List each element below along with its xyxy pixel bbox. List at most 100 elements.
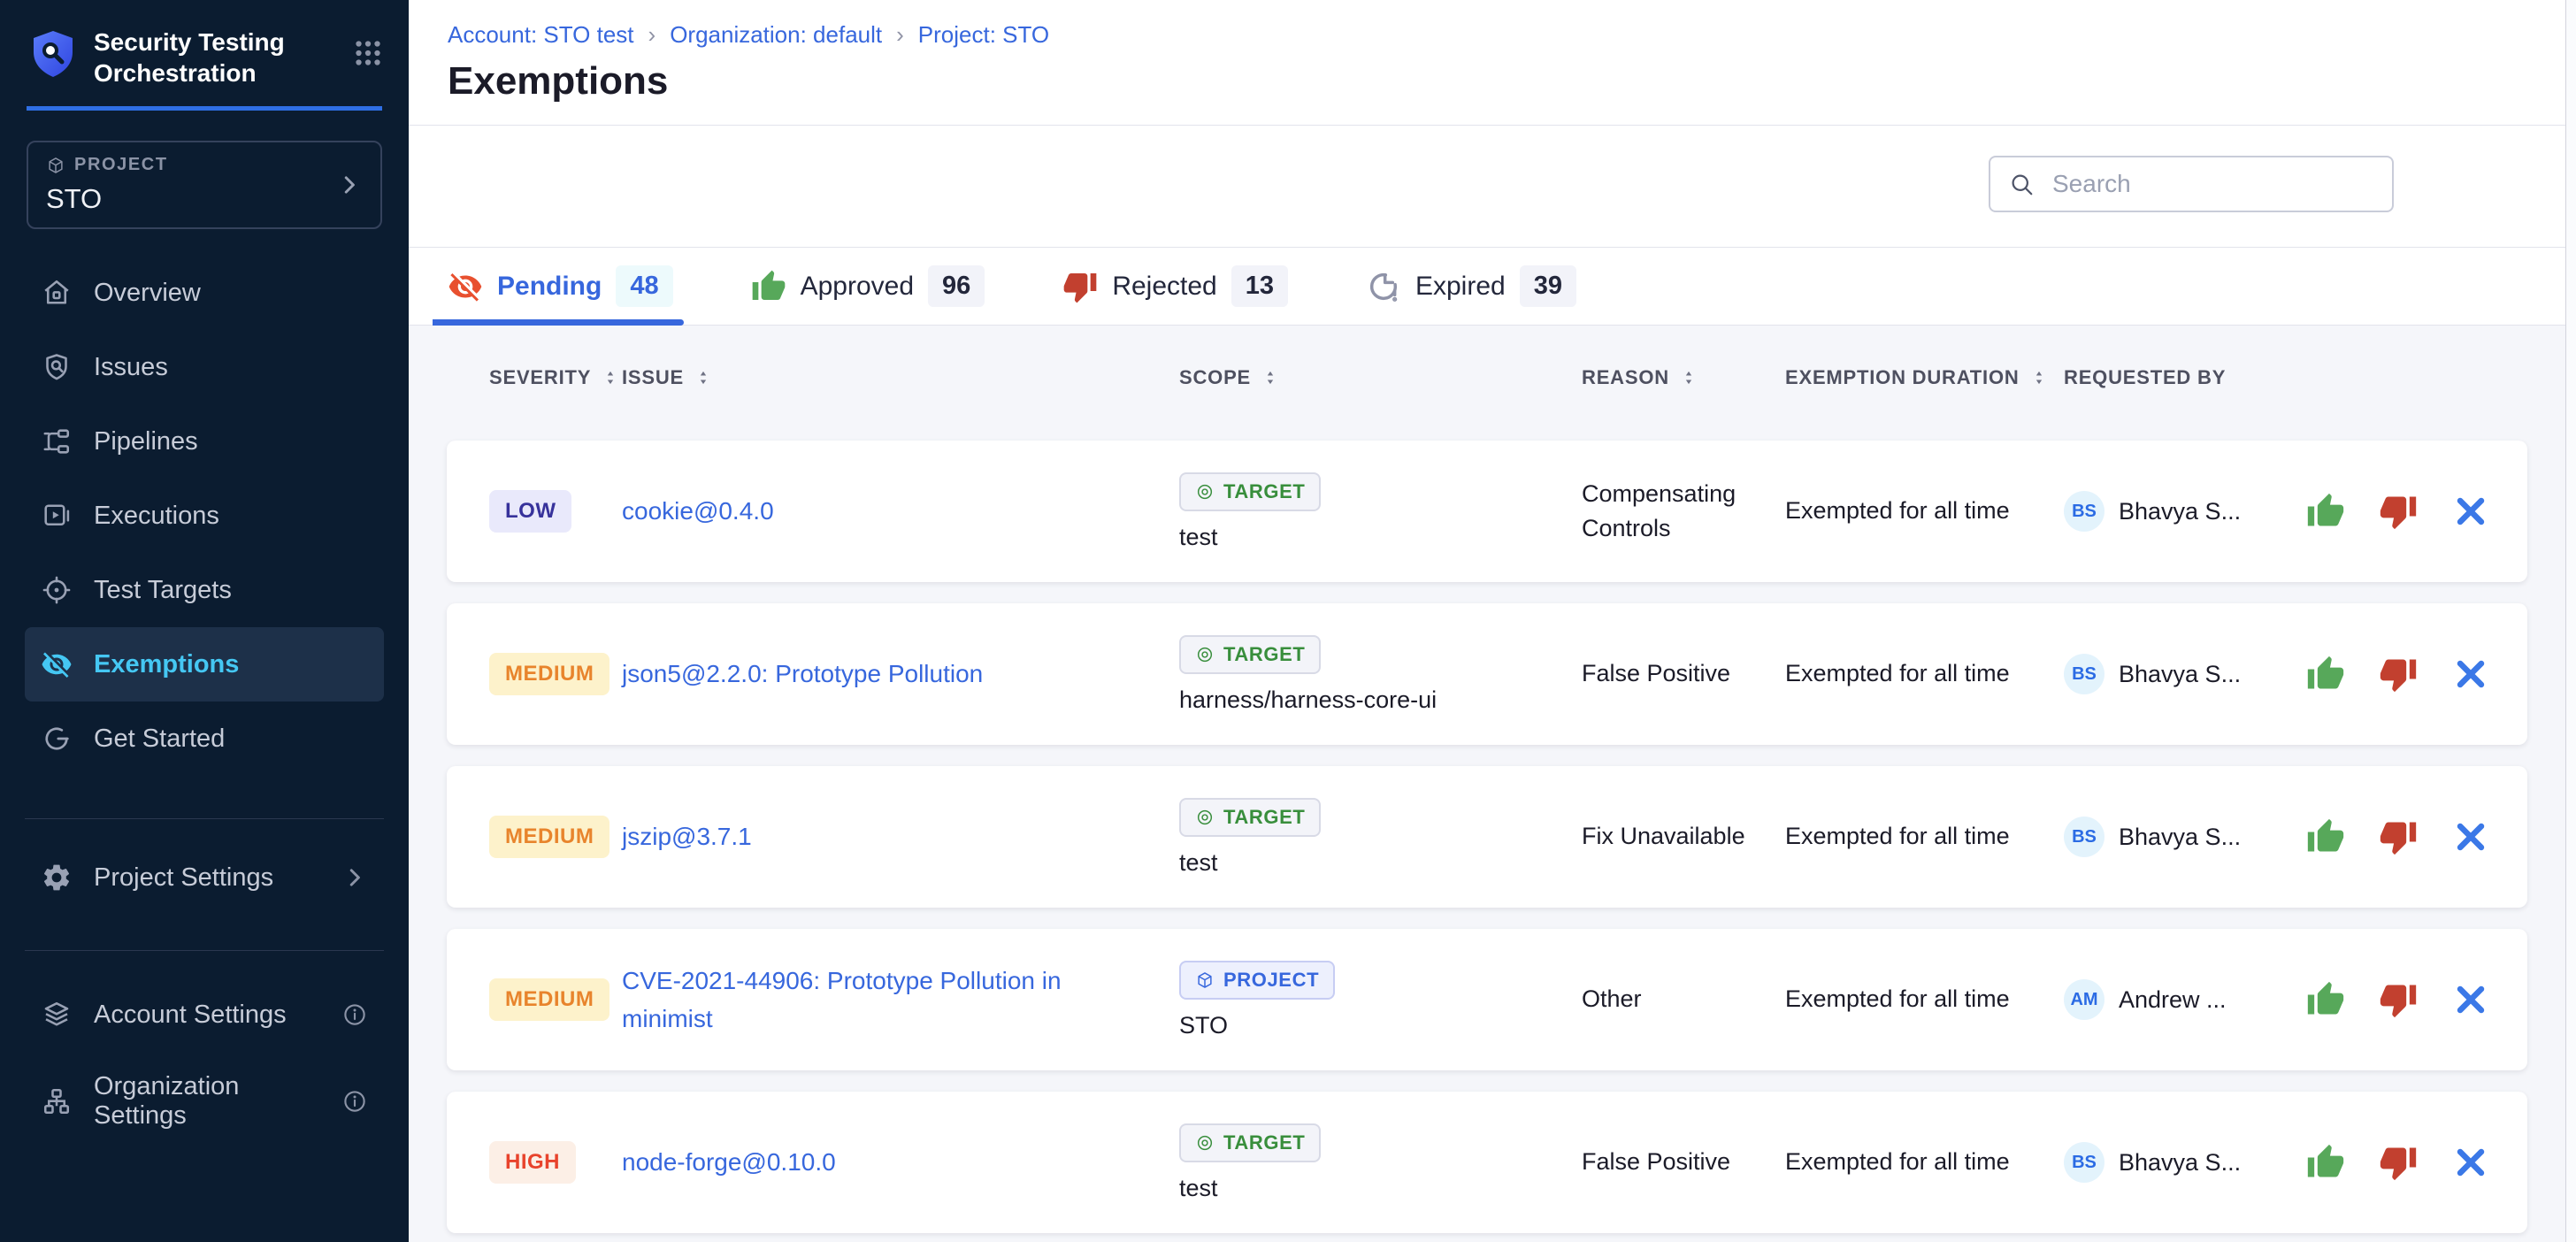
sort-icon[interactable] (602, 366, 619, 389)
column-header-severity[interactable]: SEVERITY (489, 366, 622, 389)
sidebar-item-exemptions[interactable]: Exemptions (25, 627, 384, 702)
sidebar-item-label: Organization Settings (94, 1072, 320, 1131)
requested-by-name: Bhavya S... (2119, 824, 2241, 851)
sidebar-item-label: Project Settings (94, 863, 273, 893)
approve-thumb-up-icon[interactable] (2306, 980, 2345, 1019)
tab-pending[interactable]: Pending 48 (448, 248, 673, 325)
tab-label: Rejected (1112, 272, 1216, 302)
divider (25, 818, 384, 819)
sidebar-item-project-settings[interactable]: Project Settings (25, 840, 384, 915)
avatar: BS (2064, 491, 2104, 532)
reject-thumb-down-icon[interactable] (2379, 1143, 2418, 1182)
column-header-reason[interactable]: REASON (1582, 366, 1785, 389)
scope-pill: TARGET (1179, 798, 1321, 837)
scope-type-label: TARGET (1223, 1131, 1305, 1154)
reason: False Positive (1582, 1145, 1785, 1179)
tab-approved[interactable]: Approved 96 (751, 248, 985, 325)
column-header-scope[interactable]: SCOPE (1179, 366, 1582, 389)
scope-name: STO (1179, 1012, 1582, 1039)
tab-expired[interactable]: Expired 39 (1366, 248, 1576, 325)
breadcrumb-link-organization-default[interactable]: Organization: default (670, 21, 882, 49)
shield-search-icon (41, 351, 73, 383)
approve-thumb-up-icon[interactable] (2306, 817, 2345, 856)
search-box[interactable] (1989, 156, 2394, 212)
sidebar-item-overview[interactable]: Overview (25, 256, 384, 330)
vertical-scrollbar[interactable] (2565, 0, 2576, 1242)
tab-label: Approved (801, 272, 914, 302)
sort-icon[interactable] (694, 366, 712, 389)
reject-thumb-down-icon[interactable] (2379, 655, 2418, 694)
issue-link[interactable]: CVE-2021-44906: Prototype Pollution in m… (622, 962, 1179, 1039)
chevron-right-icon (341, 864, 368, 891)
page-title: Exemptions (448, 59, 2576, 104)
approve-thumb-up-icon[interactable] (2306, 655, 2345, 694)
sidebar-item-pipelines[interactable]: Pipelines (25, 404, 384, 479)
scope-pill: PROJECT (1179, 961, 1335, 1000)
sort-icon[interactable] (1680, 366, 1698, 389)
issue-link[interactable]: json5@2.2.0: Prototype Pollution (622, 655, 1179, 693)
reject-thumb-down-icon[interactable] (2379, 980, 2418, 1019)
tab-bar: Pending 48 Approved 96 Rejected 13 Expir… (409, 248, 2576, 326)
issue-link[interactable]: cookie@0.4.0 (622, 492, 1179, 530)
severity-badge: HIGH (489, 1141, 576, 1184)
search-input[interactable] (2051, 169, 2374, 199)
scope-type-label: PROJECT (1223, 969, 1319, 992)
project-name: STO (46, 183, 168, 215)
table-row: MEDIUM jszip@3.7.1 TARGET test Fix Unava… (447, 766, 2527, 908)
scope-pill: TARGET (1179, 635, 1321, 674)
avatar: BS (2064, 654, 2104, 694)
column-label: EXEMPTION DURATION (1785, 366, 2020, 389)
sort-icon[interactable] (1261, 366, 1279, 389)
column-label: SEVERITY (489, 366, 591, 389)
sidebar-item-executions[interactable]: Executions (25, 479, 384, 553)
project-selector[interactable]: PROJECT STO (27, 141, 382, 229)
sidebar-item-label: Test Targets (94, 576, 232, 605)
avatar: AM (2064, 979, 2104, 1020)
requested-by-name: Bhavya S... (2119, 661, 2241, 688)
sort-icon[interactable] (2030, 366, 2048, 389)
column-header-requested-by[interactable]: REQUESTED BY (2064, 366, 2303, 389)
app-title: Security Testing Orchestration (94, 27, 299, 88)
issue-link[interactable]: jszip@3.7.1 (622, 817, 1179, 855)
cancel-x-icon[interactable] (2451, 655, 2490, 694)
sidebar-item-test-targets[interactable]: Test Targets (25, 553, 384, 627)
target-circle-icon (1195, 1133, 1215, 1153)
column-label: REQUESTED BY (2064, 366, 2226, 389)
reject-thumb-down-icon[interactable] (2379, 492, 2418, 531)
severity-badge: MEDIUM (489, 978, 610, 1021)
issue-link[interactable]: node-forge@0.10.0 (622, 1143, 1179, 1181)
column-header-exemption-duration[interactable]: EXEMPTION DURATION (1785, 366, 2064, 389)
play-box-icon (41, 500, 73, 532)
apps-grid-icon[interactable] (352, 37, 384, 69)
approve-thumb-up-icon[interactable] (2306, 1143, 2345, 1182)
divider (25, 950, 384, 951)
sidebar: Security Testing Orchestration PROJECT S… (0, 0, 409, 1242)
approve-thumb-up-icon[interactable] (2306, 492, 2345, 531)
table-area: SEVERITY ISSUE SCOPE REASON EXEMPTION DU… (409, 326, 2576, 1242)
sidebar-item-get-started[interactable]: Get Started (25, 702, 384, 776)
requested-by-name: Bhavya S... (2119, 498, 2241, 525)
sidebar-item-account-settings[interactable]: Account Settings (25, 978, 384, 1052)
cancel-x-icon[interactable] (2451, 1143, 2490, 1182)
scope-name: harness/harness-core-ui (1179, 686, 1582, 714)
avatar: BS (2064, 816, 2104, 857)
breadcrumb-link-project-sto[interactable]: Project: STO (918, 21, 1049, 49)
requested-by-name: Andrew ... (2119, 986, 2227, 1014)
column-header-issue[interactable]: ISSUE (622, 366, 1179, 389)
history-icon (1366, 269, 1401, 304)
sidebar-item-label: Get Started (94, 724, 225, 754)
page-header: Account: STO test›Organization: default›… (409, 0, 2576, 126)
cancel-x-icon[interactable] (2451, 492, 2490, 531)
pipeline-icon (41, 426, 73, 457)
scope-type-label: TARGET (1223, 643, 1305, 666)
info-icon (341, 1088, 368, 1115)
breadcrumb: Account: STO test›Organization: default›… (448, 21, 2576, 49)
cancel-x-icon[interactable] (2451, 817, 2490, 856)
sto-shield-logo-icon (32, 30, 74, 78)
tab-rejected[interactable]: Rejected 13 (1062, 248, 1288, 325)
reject-thumb-down-icon[interactable] (2379, 817, 2418, 856)
sidebar-item-organization-settings[interactable]: Organization Settings (25, 1064, 384, 1138)
breadcrumb-link-account-sto-test[interactable]: Account: STO test (448, 21, 634, 49)
cancel-x-icon[interactable] (2451, 980, 2490, 1019)
sidebar-item-issues[interactable]: Issues (25, 330, 384, 404)
